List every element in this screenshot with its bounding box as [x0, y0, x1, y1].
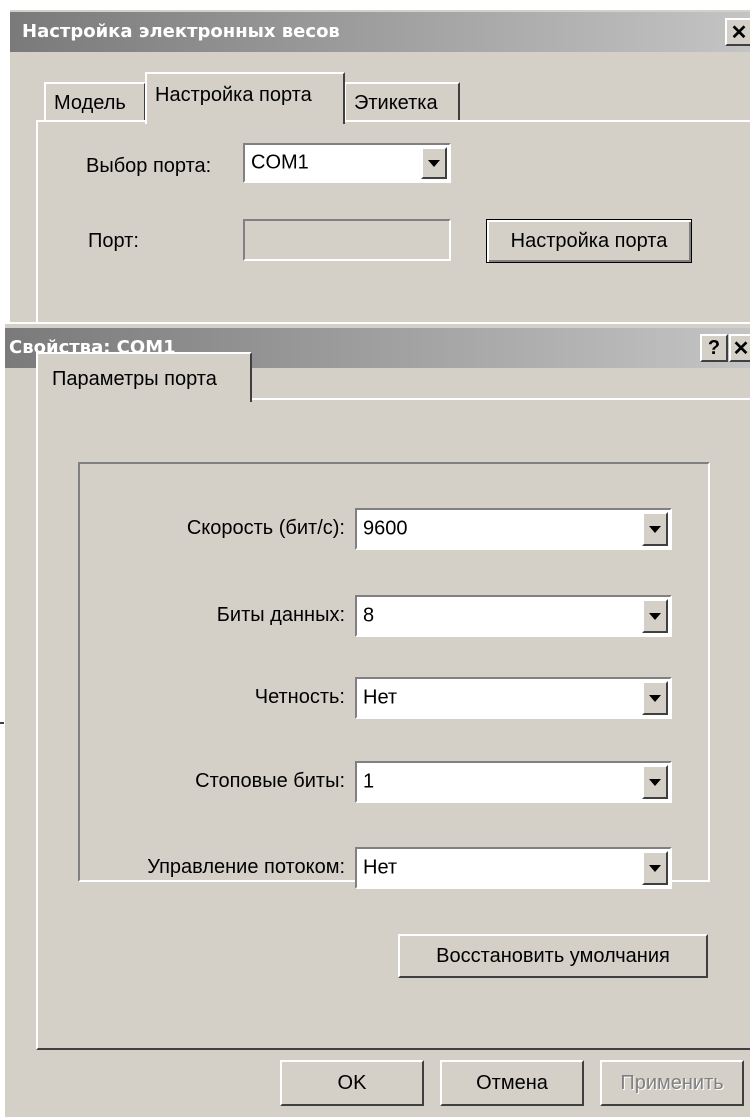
chevron-down-icon[interactable] [642, 599, 668, 633]
flow-control-label: Управление потоком: [147, 856, 345, 878]
help-icon: ? [707, 336, 721, 359]
baud-rate-label: Скорость (бит/с): [186, 517, 345, 539]
apply-button[interactable]: Применить [600, 1060, 744, 1106]
tab-port-parameters-label: Параметры порта [52, 368, 217, 390]
chevron-down-icon[interactable] [642, 512, 668, 546]
tab-port-settings[interactable]: Настройка порта [145, 72, 345, 124]
restore-defaults-button[interactable]: Восстановить умолчания [398, 934, 708, 978]
tab-label-label: Этикетка [354, 92, 438, 114]
baud-rate-combobox[interactable]: 9600 [355, 508, 672, 550]
port-settings-button-label: Настройка порта [510, 229, 668, 252]
tab-port-settings-label: Настройка порта [155, 84, 312, 106]
cancel-button-label: Отмена [476, 1071, 548, 1094]
data-bits-value: 8 [363, 604, 375, 627]
stop-bits-combobox[interactable]: 1 [355, 761, 672, 803]
parity-value: Нет [363, 686, 398, 709]
scales-window-titlebar[interactable]: Настройка электронных весов [10, 12, 750, 52]
tab-model-label: Модель [54, 92, 126, 114]
ok-button-label: OK [337, 1071, 367, 1094]
chevron-down-icon[interactable] [642, 851, 668, 885]
close-icon: ✕ [732, 337, 750, 360]
port-settings-button[interactable]: Настройка порта [486, 219, 692, 263]
flow-control-combobox[interactable]: Нет [355, 847, 672, 889]
apply-button-label: Применить [620, 1071, 724, 1094]
chevron-down-icon[interactable] [421, 147, 447, 179]
stop-bits-value: 1 [363, 770, 375, 793]
close-icon: ✕ [730, 21, 748, 44]
help-button[interactable]: ? [700, 334, 728, 362]
data-bits-label: Биты данных: [216, 604, 345, 626]
scales-window-title: Настройка электронных весов [22, 21, 340, 42]
port-label: Порт: [88, 230, 139, 252]
restore-defaults-button-label: Восстановить умолчания [436, 944, 670, 967]
data-bits-combobox[interactable]: 8 [355, 595, 672, 637]
port-select-label: Выбор порта: [86, 155, 212, 177]
cancel-button[interactable]: Отмена [440, 1060, 584, 1106]
tab-model[interactable]: Модель [44, 82, 146, 120]
port-select-value: COM1 [251, 151, 309, 174]
port-field [243, 219, 451, 261]
scales-window-close-button[interactable]: ✕ [725, 18, 750, 46]
flow-control-value: Нет [363, 856, 398, 879]
ok-button[interactable]: OK [280, 1060, 424, 1106]
chevron-down-icon[interactable] [642, 765, 668, 799]
tab-label[interactable]: Этикетка [344, 82, 460, 120]
dialog-left-edge-mark [0, 722, 4, 724]
chevron-down-icon[interactable] [642, 681, 668, 715]
parity-combobox[interactable]: Нет [355, 677, 672, 719]
port-select-combobox[interactable]: COM1 [243, 143, 451, 183]
parity-label: Четность: [254, 686, 345, 708]
baud-rate-value: 9600 [363, 517, 408, 540]
properties-dialog-close-button[interactable]: ✕ [729, 334, 750, 362]
stop-bits-label: Стоповые биты: [195, 770, 345, 792]
tab-port-parameters[interactable]: Параметры порта [36, 352, 252, 402]
